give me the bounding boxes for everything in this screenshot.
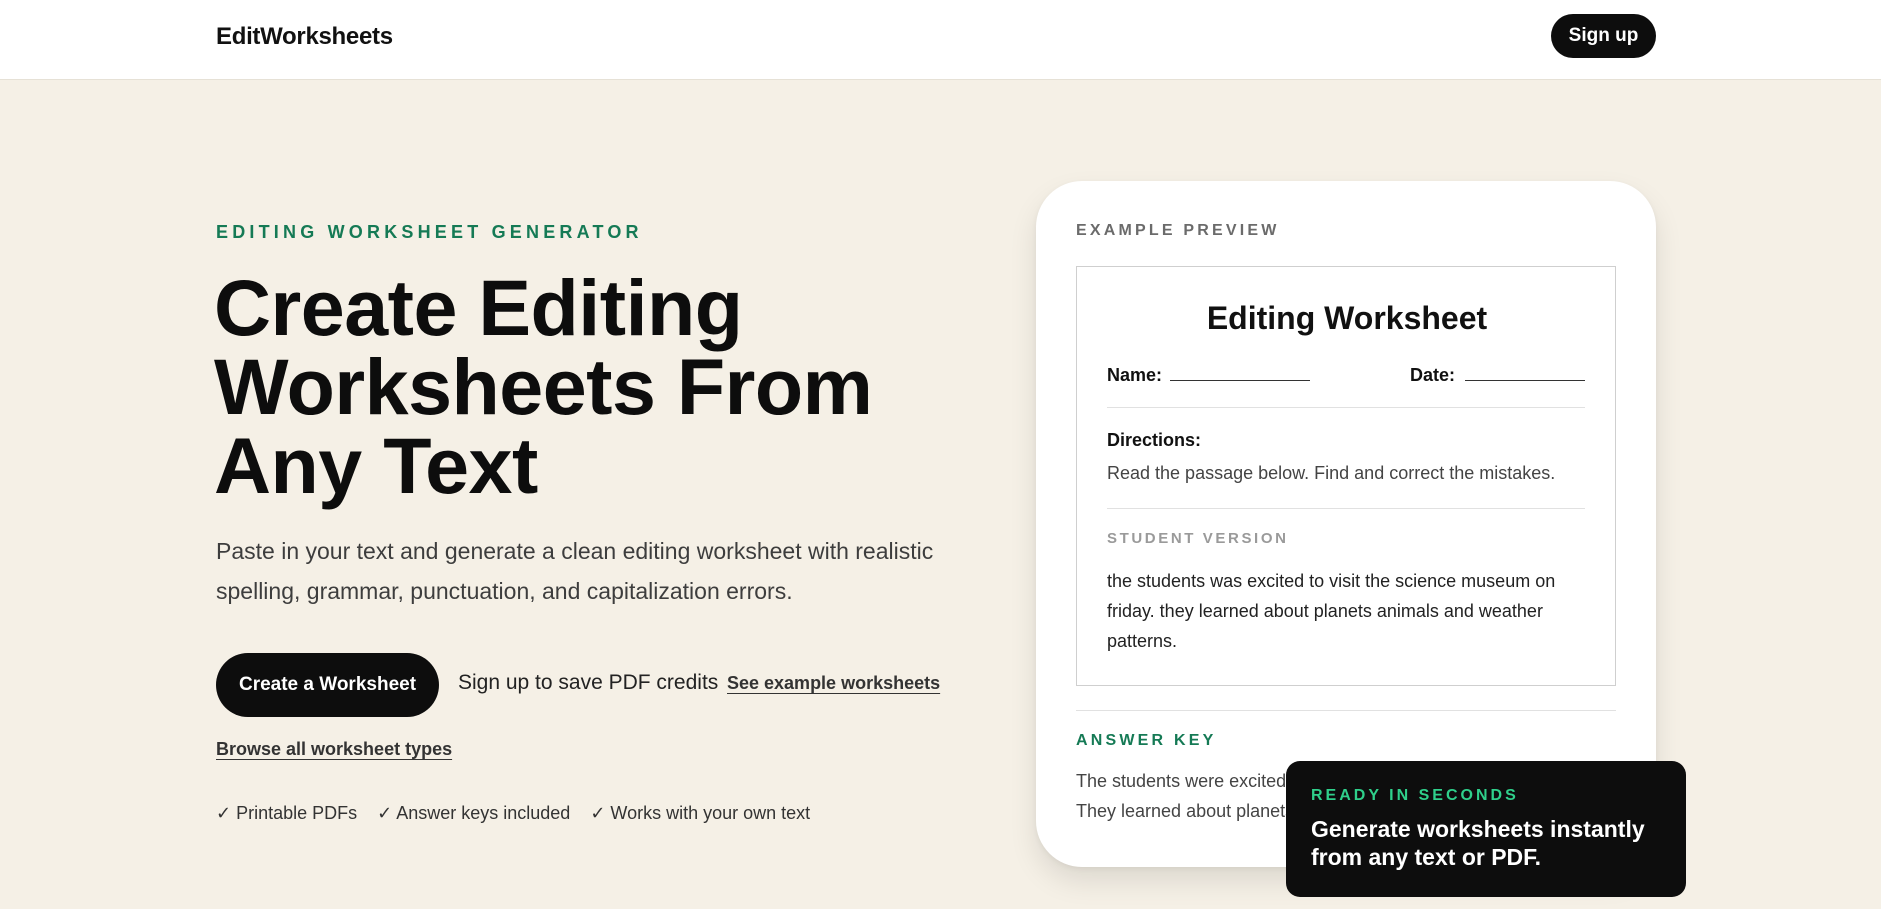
name-label: Name:	[1107, 365, 1163, 385]
directions-label: Directions:	[1107, 430, 1202, 450]
feature-item: ✓ Answer keys included	[377, 803, 571, 823]
worksheet-preview: Editing Worksheet Name: Date: Directions…	[1076, 266, 1616, 686]
feature-list: ✓ Printable PDFs ✓ Answer keys included …	[216, 803, 810, 824]
student-version-text: the students was excited to visit the sc…	[1107, 571, 1556, 651]
divider	[1107, 407, 1585, 408]
toast-text: Generate worksheets instantly from any t…	[1311, 816, 1645, 870]
date-label: Date:	[1410, 365, 1456, 385]
top-nav-bar: EditWorksheets Sign up	[0, 0, 1881, 80]
hero-subtitle: Paste in your text and generate a clean …	[216, 538, 934, 604]
answer-key-label: ANSWER KEY	[1076, 732, 1217, 749]
directions-text: Read the passage below. Find and correct…	[1107, 463, 1556, 483]
hero-eyebrow: EDITING WORKSHEET GENERATOR	[216, 222, 643, 242]
ready-toast: READY IN SECONDS Generate worksheets ins…	[1286, 761, 1686, 897]
example-preview-label: EXAMPLE PREVIEW	[1076, 222, 1280, 239]
hero-title-line: Any Text	[214, 421, 538, 510]
worksheet-title: Editing Worksheet	[1206, 300, 1488, 336]
divider	[1107, 508, 1585, 509]
divider	[1076, 710, 1616, 711]
save-credits-note: Sign up to save PDF credits	[458, 671, 719, 694]
toast-label: READY IN SECONDS	[1311, 787, 1519, 804]
date-line	[1465, 380, 1585, 381]
hero-title-line: Worksheets From	[214, 342, 873, 431]
feature-item: ✓ Printable PDFs	[216, 803, 358, 823]
see-examples-link[interactable]: See example worksheets	[727, 673, 940, 694]
brand-logo[interactable]: EditWorksheets	[216, 23, 393, 51]
signup-button[interactable]: Sign up	[1551, 14, 1656, 58]
student-version-label: STUDENT VERSION	[1107, 530, 1289, 547]
feature-item: ✓ Works with your own text	[590, 803, 811, 823]
hero-title: Create Editing Worksheets From Any Text	[214, 268, 974, 505]
create-worksheet-button[interactable]: Create a Worksheet	[216, 653, 439, 717]
hero-title-line: Create Editing	[214, 263, 743, 352]
name-line	[1170, 380, 1310, 381]
browse-worksheet-types-link[interactable]: Browse all worksheet types	[216, 739, 452, 760]
